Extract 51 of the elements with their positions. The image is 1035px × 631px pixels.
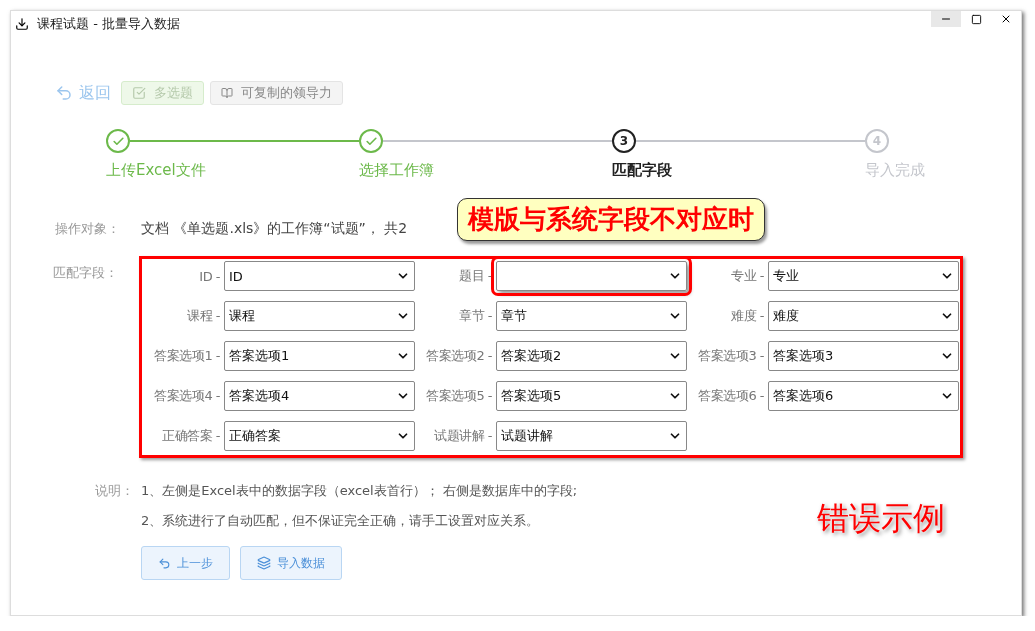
select-field[interactable]: 答案选项4	[224, 381, 415, 411]
select-field[interactable]: 章节	[496, 301, 687, 331]
undo-arrow-icon	[158, 556, 171, 570]
select-field[interactable]: 答案选项1	[224, 341, 415, 371]
step-number: 4	[865, 129, 889, 153]
field-label: 专业 -	[730, 267, 765, 285]
notes-label: 说明：	[95, 482, 135, 500]
field-label: 操作对象：	[55, 220, 121, 238]
select-field[interactable]: 答案选项6	[768, 381, 959, 411]
select-field[interactable]: 试题讲解	[496, 421, 687, 451]
field-label: 答案选项5 -	[425, 387, 493, 405]
field-label: 答案选项2 -	[425, 347, 493, 365]
step-label: 选择工作簿	[359, 161, 435, 180]
select-field[interactable]: ID	[224, 261, 415, 291]
note-text: 1、左侧是Excel表中的数据字段（excel表首行）； 右侧是数据库中的字段;	[141, 482, 578, 500]
book-icon	[221, 87, 233, 99]
field-label: 答案选项1 -	[153, 347, 221, 365]
field-label: ID -	[198, 268, 221, 284]
operation-text: 文档 《单选题.xls》的工作簿“试题”， 共2	[141, 220, 408, 238]
select-field[interactable]: 难度	[768, 301, 959, 331]
note-text: 2、系统进行了自动匹配，但不保证完全正确，请手工设置对应关系。	[141, 512, 541, 530]
step-label: 上传Excel文件	[106, 161, 207, 180]
field-label: 难度 -	[730, 307, 765, 325]
step-number: 3	[612, 129, 636, 153]
select-field[interactable]: 专业	[768, 261, 959, 291]
select-field[interactable]: 正确答案	[224, 421, 415, 451]
checkbox-icon	[132, 86, 146, 100]
field-label: 匹配字段：	[53, 264, 119, 282]
field-label: 试题讲解 -	[433, 427, 493, 445]
select-field[interactable]: 答案选项5	[496, 381, 687, 411]
minimize-button[interactable]	[931, 11, 961, 27]
callout-label: 模版与系统字段不对应时	[457, 198, 765, 241]
error-example-label: 错误示例	[817, 498, 945, 539]
window-title: 课程试题 - 批量导入数据	[37, 15, 180, 33]
field-label: 答案选项4 -	[153, 387, 221, 405]
layers-icon	[257, 556, 271, 570]
field-label: 课程 -	[186, 307, 221, 325]
step-label: 导入完成	[865, 161, 926, 180]
close-icon	[1000, 13, 1012, 25]
field-label: 题目 -	[458, 267, 493, 285]
download-icon	[15, 17, 29, 31]
maximize-icon	[970, 13, 982, 25]
select-field[interactable]: 答案选项3	[768, 341, 959, 371]
field-label: 正确答案 -	[161, 427, 221, 445]
field-label: 章节 -	[458, 307, 493, 325]
undo-arrow-icon	[55, 84, 73, 102]
step-label: 匹配字段	[612, 161, 673, 180]
select-field[interactable]: 答案选项2	[496, 341, 687, 371]
field-label: 答案选项3 -	[697, 347, 765, 365]
select-field[interactable]: 课程	[224, 301, 415, 331]
field-label: 答案选项6 -	[697, 387, 765, 405]
